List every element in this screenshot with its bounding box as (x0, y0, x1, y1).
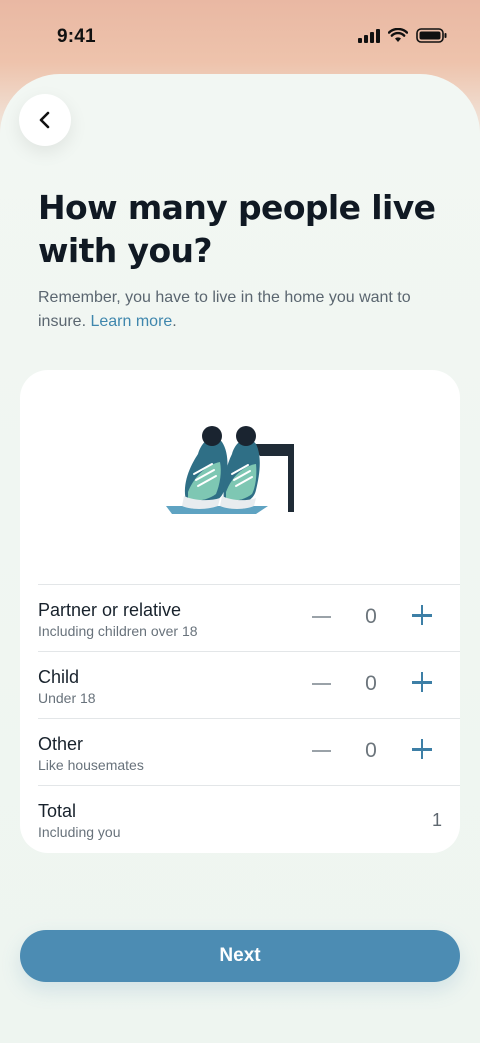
total-value: 1 (431, 810, 442, 830)
page-title: How many people live with you? (38, 188, 436, 270)
back-button[interactable] (19, 94, 71, 146)
increment-button-icon[interactable] (410, 603, 434, 627)
household-card: Partner or relative Including children o… (20, 370, 460, 853)
household-row-child: Child Under 18 0 (38, 651, 460, 718)
increment-button-icon[interactable] (410, 737, 434, 761)
row-label: Other (38, 734, 84, 754)
status-icons (358, 28, 448, 43)
page-subtitle: Remember, you have to live in the home y… (38, 286, 448, 334)
status-bar: 9:41 (0, 0, 480, 76)
household-row-partner: Partner or relative Including children o… (38, 584, 460, 651)
total-sublabel: Including you (38, 824, 121, 840)
household-row-total: Total Including you 1 (38, 785, 460, 852)
household-row-other: Other Like housemates 0 (38, 718, 460, 785)
total-label: Total (38, 801, 77, 821)
next-button[interactable]: Next (20, 930, 460, 982)
row-label: Partner or relative (38, 600, 182, 620)
decrement-button-icon[interactable] (310, 605, 334, 629)
row-sublabel: Including children over 18 (38, 623, 198, 639)
row-label: Child (38, 667, 80, 687)
chevron-left-icon (39, 111, 50, 129)
subtitle-end: . (172, 313, 177, 330)
wifi-icon (388, 28, 408, 42)
row-sublabel: Under 18 (38, 690, 96, 706)
decrement-button-icon[interactable] (310, 739, 334, 763)
learn-more-link[interactable]: Learn more (90, 313, 172, 330)
row-count: 0 (365, 605, 377, 628)
increment-button-icon[interactable] (410, 670, 434, 694)
row-sublabel: Like housemates (38, 757, 144, 773)
status-time: 9:41 (57, 26, 96, 47)
battery-icon (416, 28, 447, 43)
cellular-signal-icon (358, 28, 380, 43)
sneakers-illustration (166, 426, 294, 514)
decrement-button-icon[interactable] (310, 672, 334, 696)
row-count: 0 (365, 739, 377, 762)
row-count: 0 (365, 672, 377, 695)
